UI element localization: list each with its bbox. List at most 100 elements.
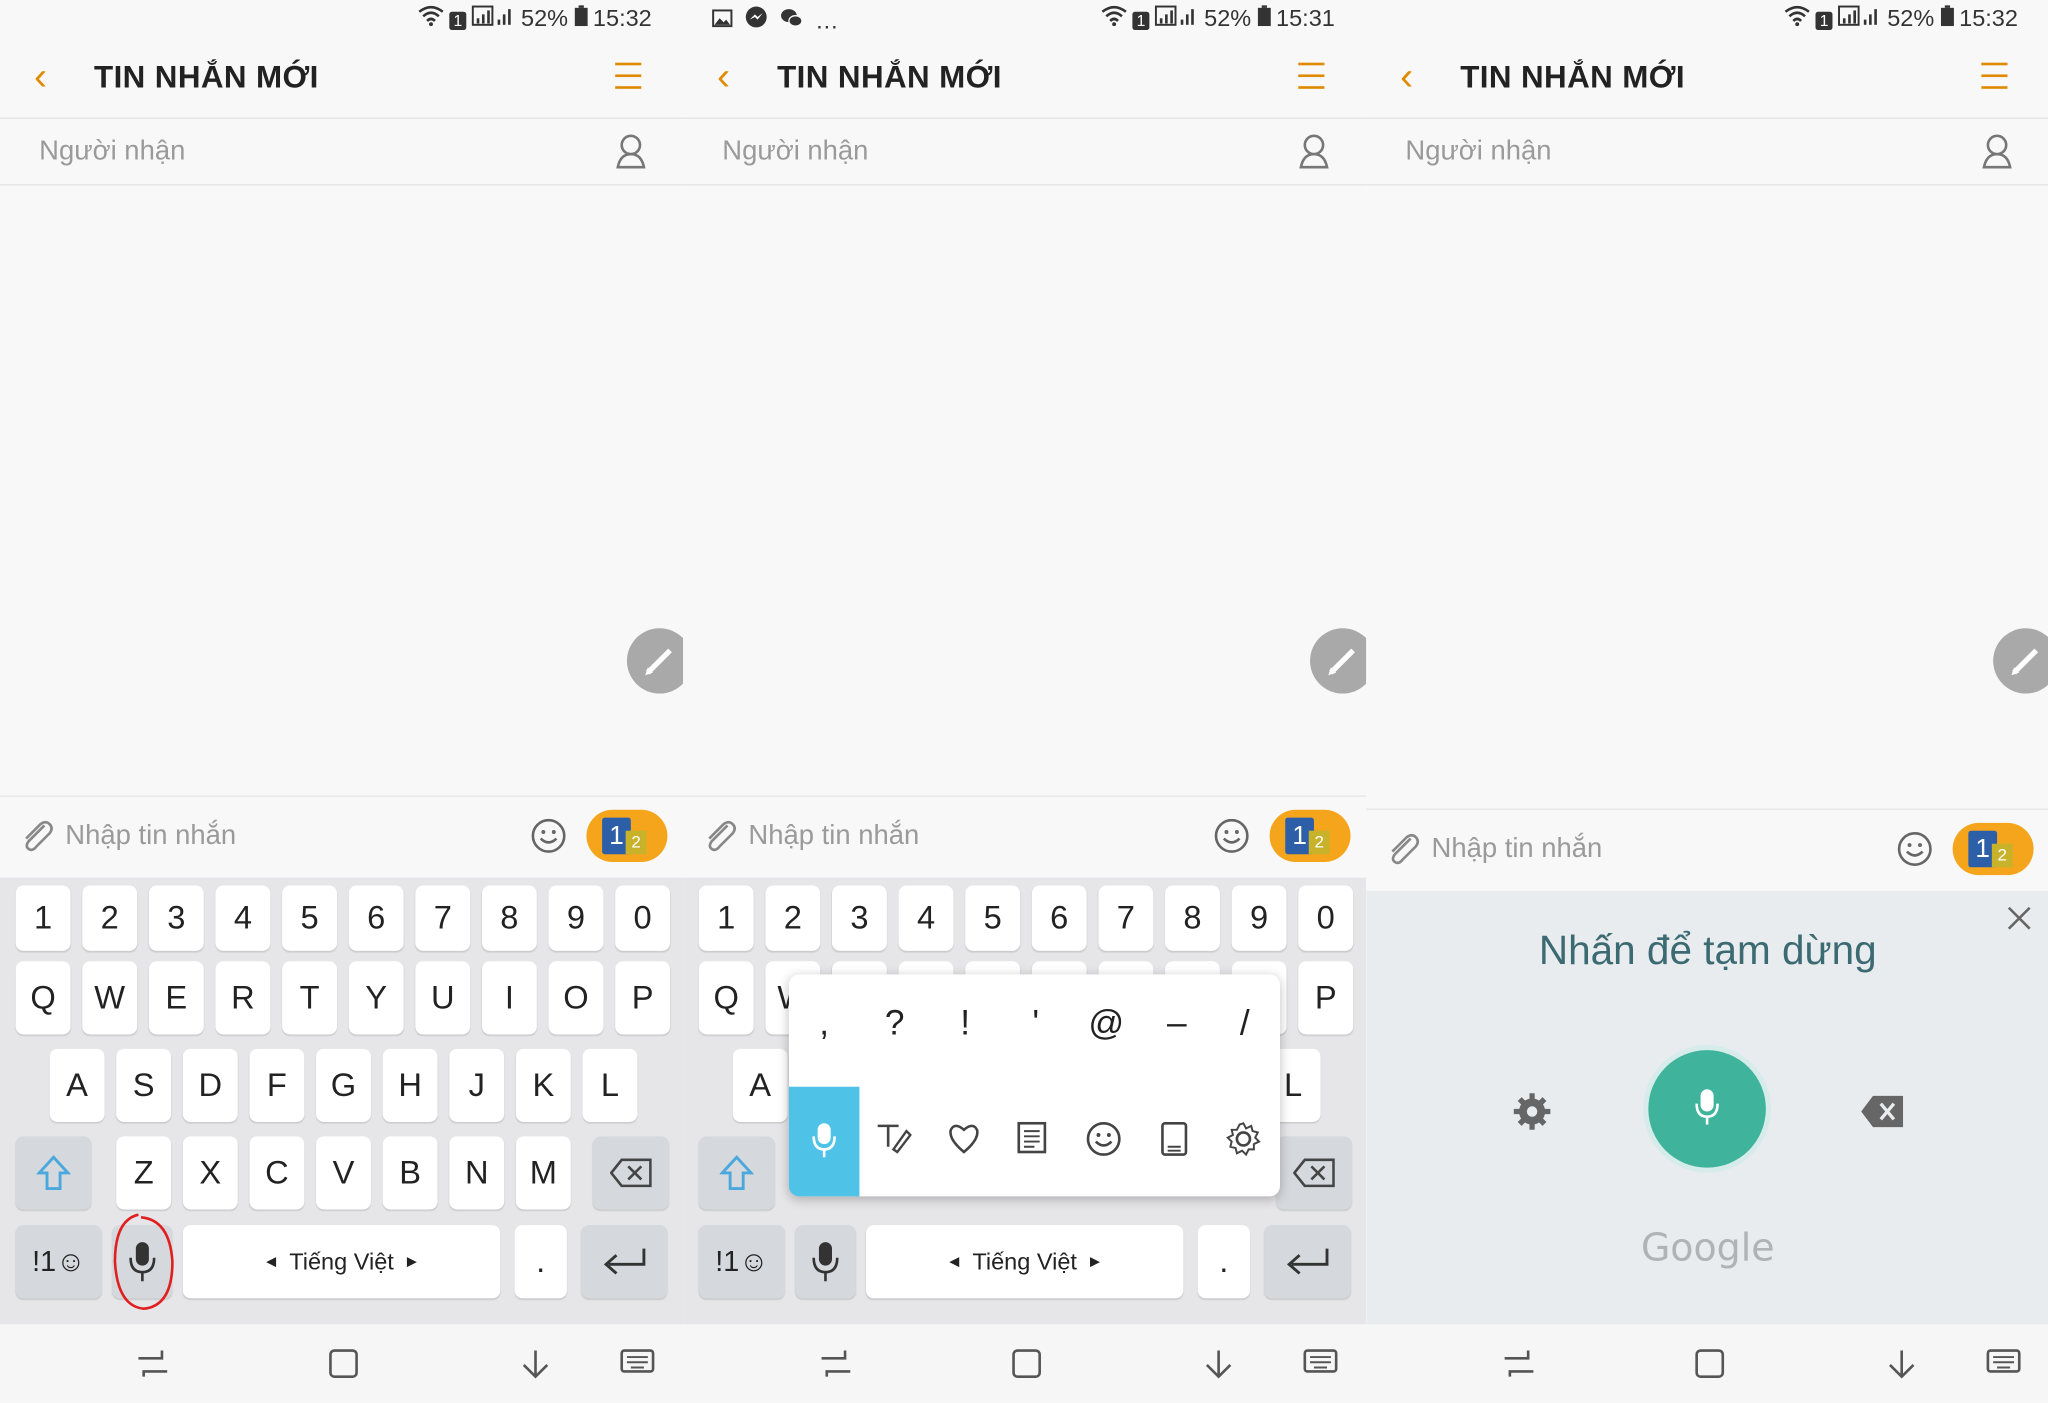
key-o[interactable]: O <box>548 961 604 1035</box>
back-icon[interactable]: ‹ <box>717 57 730 96</box>
emoji-icon[interactable] <box>1212 816 1251 862</box>
voice-delete-icon[interactable] <box>1860 1095 1904 1135</box>
recent-apps-icon[interactable] <box>819 1348 853 1386</box>
key-m[interactable]: M <box>515 1136 571 1210</box>
backspace-key[interactable] <box>592 1136 669 1210</box>
sticker-heart-icon[interactable] <box>946 1121 983 1161</box>
settings-gear-icon[interactable] <box>1225 1121 1262 1164</box>
emoji-icon[interactable] <box>529 816 568 862</box>
key-e[interactable]: E <box>148 961 204 1035</box>
key-f[interactable]: F <box>249 1048 305 1122</box>
attach-icon[interactable] <box>701 818 738 861</box>
home-icon[interactable] <box>1694 1348 1725 1386</box>
space-key[interactable]: ◀ Tiếng Việt ▶ <box>865 1225 1184 1299</box>
menu-icon[interactable] <box>615 62 642 92</box>
key-8[interactable]: 8 <box>481 885 537 951</box>
back-nav-icon[interactable] <box>1203 1348 1234 1386</box>
compose-pencil-button[interactable] <box>1310 628 1367 694</box>
popup-slash-key[interactable]: / <box>1209 1003 1280 1043</box>
enter-key[interactable] <box>1264 1225 1351 1299</box>
key-q[interactable]: Q <box>698 961 754 1035</box>
send-button[interactable]: 1 2 <box>1952 822 2034 876</box>
key-7[interactable]: 7 <box>415 885 471 951</box>
recipient-field[interactable]: Người nhận <box>683 119 1367 186</box>
key-a[interactable]: A <box>49 1048 105 1122</box>
voice-settings-icon[interactable] <box>1512 1092 1551 1138</box>
emoji-panel-icon[interactable] <box>1085 1121 1122 1164</box>
symbols-key[interactable]: !1☺ <box>698 1225 785 1299</box>
attach-icon[interactable] <box>1384 831 1421 874</box>
key-3[interactable]: 3 <box>831 885 887 951</box>
key-u[interactable]: U <box>415 961 471 1035</box>
keyboard-mode-icon[interactable] <box>1160 1121 1189 1164</box>
key-6[interactable]: 6 <box>1031 885 1087 951</box>
keyboard-toggle-icon[interactable] <box>1985 1348 2022 1383</box>
key-t[interactable]: T <box>282 961 337 1035</box>
key-x[interactable]: X <box>182 1136 238 1210</box>
key-g[interactable]: G <box>316 1048 371 1122</box>
contact-icon[interactable] <box>1981 134 2012 175</box>
back-nav-icon[interactable] <box>1886 1348 1917 1386</box>
recent-apps-icon[interactable] <box>136 1348 170 1386</box>
back-icon[interactable]: ‹ <box>1400 57 1413 96</box>
key-7[interactable]: 7 <box>1098 885 1154 951</box>
popup-at-key[interactable]: @ <box>1071 1003 1142 1043</box>
attach-icon[interactable] <box>18 818 55 861</box>
key-0[interactable]: 0 <box>1298 885 1354 951</box>
key-d[interactable]: D <box>182 1048 238 1122</box>
emoji-icon[interactable] <box>1895 829 1934 875</box>
key-4[interactable]: 4 <box>215 885 271 951</box>
period-key[interactable]: . <box>514 1225 567 1299</box>
key-z[interactable]: Z <box>116 1136 172 1210</box>
key-s[interactable]: S <box>116 1048 172 1122</box>
clipboard-icon[interactable] <box>1016 1121 1047 1161</box>
key-l[interactable]: L <box>582 1048 638 1122</box>
popup-dash-key[interactable]: – <box>1142 1003 1213 1043</box>
menu-icon[interactable] <box>1981 62 2008 92</box>
key-p[interactable]: P <box>615 961 671 1035</box>
enter-key[interactable] <box>581 1225 668 1299</box>
key-9[interactable]: 9 <box>1231 885 1287 951</box>
key-w[interactable]: W <box>82 961 138 1035</box>
symbols-key[interactable]: !1☺ <box>15 1225 102 1299</box>
period-key[interactable]: . <box>1197 1225 1250 1299</box>
back-icon[interactable]: ‹ <box>34 57 47 96</box>
key-5[interactable]: 5 <box>965 885 1021 951</box>
popup-comma-key[interactable]: , <box>789 1003 860 1043</box>
key-9[interactable]: 9 <box>548 885 604 951</box>
key-k[interactable]: K <box>515 1048 571 1122</box>
handwriting-icon[interactable] <box>875 1121 912 1161</box>
contact-icon[interactable] <box>1298 134 1329 175</box>
key-2[interactable]: 2 <box>765 885 821 951</box>
key-r[interactable]: R <box>215 961 271 1035</box>
shift-key[interactable] <box>15 1136 92 1210</box>
keyboard-toggle-icon[interactable] <box>1302 1348 1339 1383</box>
key-p[interactable]: P <box>1298 961 1354 1035</box>
message-input[interactable]: Nhập tin nhắn <box>1432 833 1603 864</box>
recent-apps-icon[interactable] <box>1502 1348 1536 1386</box>
key-j[interactable]: J <box>449 1048 505 1122</box>
message-input[interactable]: Nhập tin nhắn <box>65 820 236 851</box>
recipient-field[interactable]: Người nhận <box>0 119 684 186</box>
key-3[interactable]: 3 <box>148 885 204 951</box>
key-q[interactable]: Q <box>15 961 71 1035</box>
home-icon[interactable] <box>1011 1348 1042 1386</box>
voice-mic-button[interactable] <box>1648 1050 1766 1168</box>
key-v[interactable]: V <box>316 1136 371 1210</box>
voice-input-key[interactable] <box>112 1213 174 1311</box>
key-y[interactable]: Y <box>348 961 404 1035</box>
shift-key[interactable] <box>698 1136 775 1210</box>
keyboard-toggle-icon[interactable] <box>619 1348 656 1383</box>
popup-question-key[interactable]: ? <box>859 1003 930 1043</box>
key-a[interactable]: A <box>732 1048 788 1122</box>
compose-pencil-button[interactable] <box>626 628 684 694</box>
key-2[interactable]: 2 <box>82 885 138 951</box>
home-icon[interactable] <box>328 1348 359 1386</box>
key-6[interactable]: 6 <box>348 885 404 951</box>
key-1[interactable]: 1 <box>698 885 754 951</box>
message-input[interactable]: Nhập tin nhắn <box>748 820 919 851</box>
key-h[interactable]: H <box>382 1048 438 1122</box>
key-c[interactable]: C <box>249 1136 305 1210</box>
key-0[interactable]: 0 <box>615 885 671 951</box>
key-1[interactable]: 1 <box>15 885 71 951</box>
